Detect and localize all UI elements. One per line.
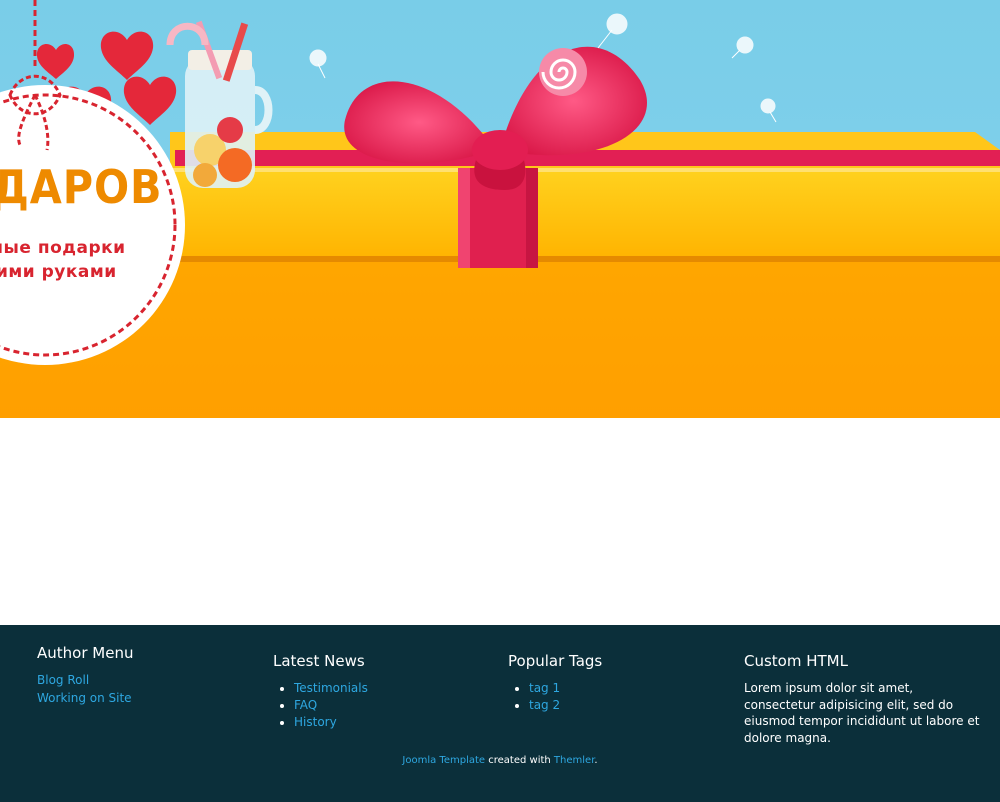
news-item: History: [294, 714, 503, 731]
tag-item: tag 2: [529, 697, 738, 714]
custom-html-text: Lorem ipsum dolor sit amet, consectetur …: [744, 681, 980, 745]
logo-subtitle-line2: ими руками: [0, 262, 117, 282]
lollipop-icon: [539, 48, 587, 96]
author-menu-widget: Author Menu Blog Roll Working on Site: [37, 644, 267, 707]
logo-subtitle-line1: вные подарки: [0, 238, 126, 258]
history-link[interactable]: History: [294, 715, 337, 729]
footer-credits: Joomla Template created with Themler.: [0, 755, 1000, 766]
latest-news-list: Testimonials FAQ History: [273, 680, 503, 731]
news-item: Testimonials: [294, 680, 503, 697]
credits-end-text: .: [594, 755, 598, 766]
working-on-site-link[interactable]: Working on Site: [37, 691, 132, 705]
box-lid-front: [170, 168, 1000, 260]
tag-item: tag 1: [529, 680, 738, 697]
ribbon-horizontal: [175, 150, 1000, 166]
news-item: FAQ: [294, 697, 503, 714]
author-menu-item: Working on Site: [37, 689, 267, 707]
custom-html-title: Custom HTML: [744, 652, 848, 670]
themler-link[interactable]: Themler: [554, 755, 594, 766]
testimonials-link[interactable]: Testimonials: [294, 681, 368, 695]
latest-news-title: Latest News: [273, 652, 365, 670]
blog-roll-link[interactable]: Blog Roll: [37, 673, 89, 687]
tag-2-link[interactable]: tag 2: [529, 698, 560, 712]
logo-title: ДАРОВ: [0, 160, 163, 214]
author-menu-item: Blog Roll: [37, 671, 267, 689]
latest-news-widget: Latest News Testimonials FAQ History: [273, 652, 503, 731]
credits-middle-text: created with: [485, 755, 554, 766]
custom-html-widget: Custom HTML Lorem ipsum dolor sit amet, …: [744, 652, 984, 746]
popular-tags-title: Popular Tags: [508, 652, 603, 670]
joomla-template-link[interactable]: Joomla Template: [402, 755, 485, 766]
author-menu-list: Blog Roll Working on Site: [37, 671, 267, 707]
main-content: [0, 418, 1000, 625]
faq-link[interactable]: FAQ: [294, 698, 317, 712]
footer: Author Menu Blog Roll Working on Site La…: [0, 625, 1000, 802]
tag-1-link[interactable]: tag 1: [529, 681, 560, 695]
popular-tags-widget: Popular Tags tag 1 tag 2: [508, 652, 738, 714]
author-menu-title: Author Menu: [37, 644, 134, 662]
header-banner: ДАРОВ вные подарки ими руками: [0, 0, 1000, 418]
popular-tags-list: tag 1 tag 2: [508, 680, 738, 714]
